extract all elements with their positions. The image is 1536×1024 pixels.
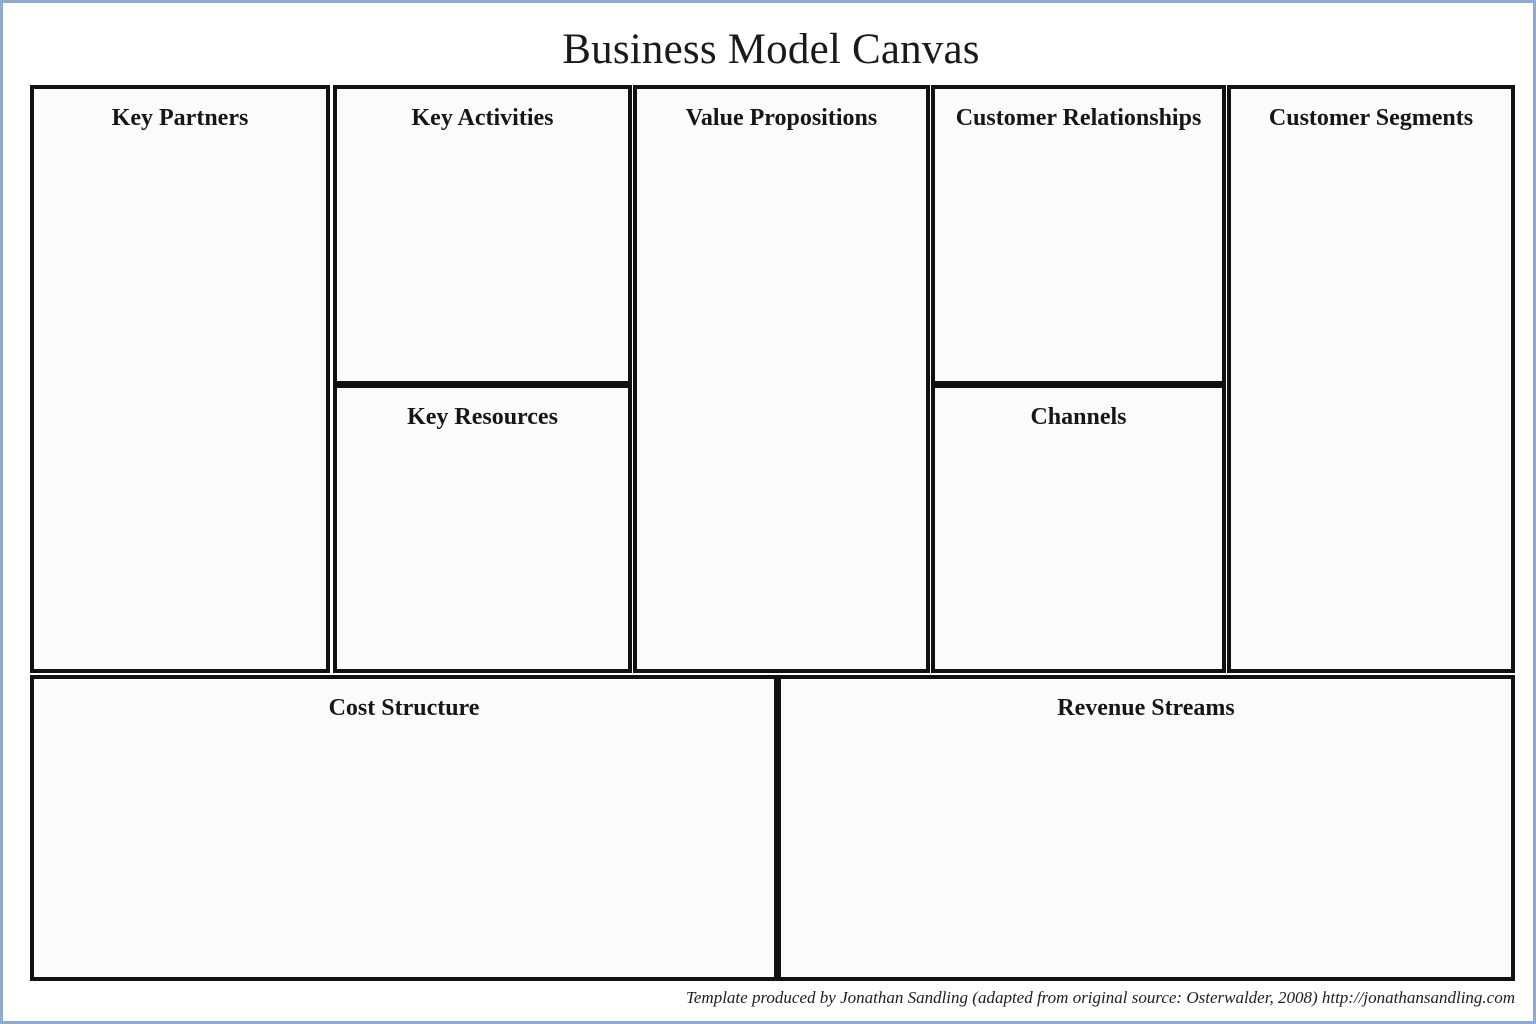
block-content-value-propositions[interactable] <box>643 137 920 663</box>
block-title-cost-structure: Cost Structure <box>328 695 480 721</box>
block-key-resources[interactable]: Key Resources <box>333 384 632 673</box>
block-content-revenue-streams[interactable] <box>787 727 1505 971</box>
block-title-key-resources: Key Resources <box>407 404 558 430</box>
block-key-partners[interactable]: Key Partners <box>30 85 330 673</box>
block-content-key-resources[interactable] <box>343 436 622 663</box>
block-content-channels[interactable] <box>941 436 1216 663</box>
block-content-customer-segments[interactable] <box>1237 137 1505 663</box>
block-customer-relationships[interactable]: Customer Relationships <box>931 85 1226 385</box>
block-customer-segments[interactable]: Customer Segments <box>1227 85 1515 673</box>
block-revenue-streams[interactable]: Revenue Streams <box>777 675 1515 981</box>
block-title-value-propositions: Value Propositions <box>685 105 878 131</box>
page-title: Business Model Canvas <box>562 26 980 73</box>
block-title-key-partners: Key Partners <box>111 105 249 131</box>
block-value-propositions[interactable]: Value Propositions <box>633 85 930 673</box>
block-title-revenue-streams: Revenue Streams <box>1057 695 1235 721</box>
block-content-customer-relationships[interactable] <box>941 137 1216 375</box>
block-title-customer-segments: Customer Segments <box>1268 105 1474 131</box>
block-content-key-partners[interactable] <box>40 137 320 663</box>
block-title-channels: Channels <box>1030 404 1127 430</box>
block-cost-structure[interactable]: Cost Structure <box>30 675 778 981</box>
block-title-customer-relationships: Customer Relationships <box>955 105 1202 131</box>
block-content-key-activities[interactable] <box>343 137 622 375</box>
page-frame: Business Model Canvas Key Partners Key A… <box>0 0 1536 1024</box>
block-channels[interactable]: Channels <box>931 384 1226 673</box>
footer-credit: Template produced by Jonathan Sandling (… <box>685 988 1515 1007</box>
block-title-key-activities: Key Activities <box>411 105 554 131</box>
block-key-activities[interactable]: Key Activities <box>333 85 632 385</box>
canvas-sheet: Business Model Canvas Key Partners Key A… <box>11 9 1531 1021</box>
business-model-canvas-grid: Key Partners Key Activities Key Resource… <box>30 85 1515 981</box>
block-content-cost-structure[interactable] <box>40 727 768 971</box>
